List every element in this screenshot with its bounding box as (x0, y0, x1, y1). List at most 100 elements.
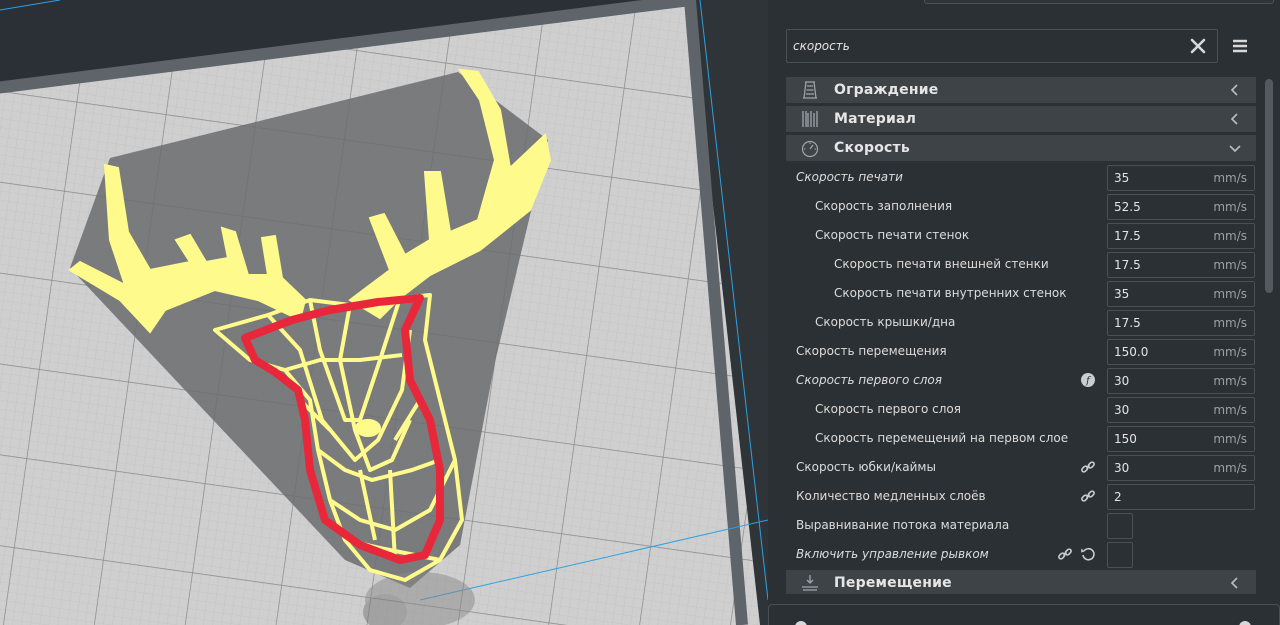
setting-value-field[interactable]: 150.0 mm/s (1107, 339, 1255, 365)
setting-value-field[interactable]: 17.5 mm/s (1107, 252, 1255, 278)
setting-travel-speed: Скорость перемещения 150.0 mm/s (786, 337, 1256, 366)
setting-value: 35 (1114, 287, 1130, 301)
setting-label: Включить управление рывком (796, 547, 989, 561)
build-volume-edge (0, 0, 61, 11)
material-icon (802, 111, 818, 127)
setting-value: 30 (1114, 374, 1130, 388)
setting-label: Скорость печати внешней стенки (834, 257, 1049, 271)
setting-unit: mm/s (1213, 171, 1247, 185)
category-shell[interactable]: Ограждение (786, 77, 1256, 103)
setting-unit: mm/s (1213, 316, 1247, 330)
setting-label: Скорость юбки/каймы (796, 460, 936, 474)
setting-value: 150.0 (1114, 345, 1149, 359)
scrollbar-thumb[interactable] (1265, 79, 1273, 293)
setting-skirt-brim-speed: Скорость юбки/каймы 30 mm/s (786, 453, 1256, 482)
setting-label: Скорость печати внутренних стенок (834, 286, 1067, 300)
setting-label: Скорость печати (796, 170, 903, 184)
close-icon[interactable] (1189, 37, 1207, 55)
setting-label: Скорость перемещения (796, 344, 947, 358)
function-icon[interactable]: f (1080, 372, 1096, 388)
setting-flow-equalization: Выравнивание потока материала (786, 511, 1256, 540)
setting-label: Количество медленных слоёв (796, 489, 986, 503)
chevron-down-icon (1229, 145, 1241, 153)
setting-value: 30 (1114, 461, 1130, 475)
setting-value-field[interactable]: 17.5 mm/s (1107, 310, 1255, 336)
setting-value: 52.5 (1114, 200, 1141, 214)
setting-unit: mm/s (1213, 287, 1247, 301)
setting-label: Скорость заполнения (815, 199, 953, 213)
setting-unit: mm/s (1213, 229, 1247, 243)
settings-search-input[interactable] (788, 31, 1178, 61)
setting-value-field[interactable]: 17.5 mm/s (1107, 223, 1255, 249)
setting-label: Скорость первого слоя (796, 373, 942, 387)
setting-print-speed: Скорость печати 35 mm/s (786, 163, 1256, 192)
setting-outer-wall-speed: Скорость печати внешней стенки 17.5 mm/s (786, 250, 1256, 279)
setting-initial-layer-travel-speed: Скорость перемещений на первом слое 150 … (786, 424, 1256, 453)
setting-top-bottom-speed: Скорость крышки/дна 17.5 mm/s (786, 308, 1256, 337)
category-label: Материал (834, 111, 917, 127)
setting-unit: mm/s (1213, 461, 1247, 475)
print-settings-panel: Ограждение Материал Скорость (768, 0, 1280, 625)
reset-icon[interactable] (1080, 546, 1096, 562)
setting-unit: mm/s (1213, 432, 1247, 446)
settings-list: Ограждение Материал Скорость Скорость пе… (786, 77, 1256, 594)
category-label: Перемещение (834, 575, 952, 591)
chevron-left-icon (1230, 113, 1238, 125)
indicator-dot (795, 621, 807, 625)
setting-value: 17.5 (1114, 258, 1141, 272)
setting-jerk-control: Включить управление рывком (786, 540, 1256, 569)
setting-checkbox[interactable] (1107, 542, 1133, 568)
setting-initial-layer-print-speed: Скорость первого слоя 30 mm/s (786, 395, 1256, 424)
travel-icon (802, 575, 818, 591)
setting-unit: mm/s (1213, 200, 1247, 214)
link-icon[interactable] (1080, 459, 1096, 475)
category-speed[interactable]: Скорость (786, 135, 1256, 161)
print-action-card (768, 604, 1280, 625)
setting-value-field[interactable]: 30 mm/s (1107, 397, 1255, 423)
link-icon[interactable] (1057, 546, 1073, 562)
chevron-left-icon (1230, 84, 1238, 96)
chevron-left-icon (1230, 577, 1238, 589)
setting-label: Скорость крышки/дна (815, 315, 956, 329)
setting-value: 17.5 (1114, 316, 1141, 330)
category-label: Ограждение (834, 82, 939, 98)
indicator-dot (1239, 621, 1251, 625)
setting-value: 30 (1114, 403, 1130, 417)
setting-value: 150 (1114, 432, 1137, 446)
setting-wall-speed: Скорость печати стенок 17.5 mm/s (786, 221, 1256, 250)
setting-value: 35 (1114, 171, 1130, 185)
setting-label: Скорость перемещений на первом слое (815, 431, 1069, 445)
settings-scrollbar[interactable] (1265, 77, 1273, 591)
setting-slow-layers-count: Количество медленных слоёв 2 (786, 482, 1256, 511)
category-material[interactable]: Материал (786, 106, 1256, 132)
hamburger-menu-icon[interactable] (1230, 36, 1250, 56)
setting-value-field[interactable]: 30 mm/s (1107, 368, 1255, 394)
setting-label: Скорость первого слоя (815, 402, 961, 416)
setting-value-field[interactable]: 30 mm/s (1107, 455, 1255, 481)
setting-unit: mm/s (1213, 258, 1247, 272)
link-icon[interactable] (1080, 488, 1096, 504)
setting-value: 2 (1114, 490, 1122, 504)
setting-value-field[interactable]: 35 mm/s (1107, 281, 1255, 307)
3d-viewport[interactable] (0, 0, 768, 625)
setting-unit: mm/s (1213, 403, 1247, 417)
setting-value-field[interactable]: 52.5 mm/s (1107, 194, 1255, 220)
setting-value-field[interactable]: 35 mm/s (1107, 165, 1255, 191)
setting-label: Выравнивание потока материала (796, 518, 1010, 532)
speedometer-icon (801, 140, 819, 158)
setting-inner-wall-speed: Скорость печати внутренних стенок 35 mm/… (786, 279, 1256, 308)
setting-unit: mm/s (1213, 374, 1247, 388)
shell-icon (803, 81, 817, 99)
setting-value: 17.5 (1114, 229, 1141, 243)
category-travel[interactable]: Перемещение (786, 570, 1256, 594)
setting-unit: mm/s (1213, 345, 1247, 359)
setting-label: Скорость печати стенок (815, 228, 970, 242)
setting-initial-layer-speed: Скорость первого слоя f 30 mm/s (786, 366, 1256, 395)
setting-checkbox[interactable] (1107, 513, 1133, 539)
settings-search-box (786, 29, 1218, 63)
profile-dropdown[interactable] (924, 0, 1274, 4)
viewport-scene (0, 0, 768, 625)
category-label: Скорость (834, 140, 910, 156)
setting-value-field[interactable]: 2 (1107, 484, 1255, 510)
setting-value-field[interactable]: 150 mm/s (1107, 426, 1255, 452)
